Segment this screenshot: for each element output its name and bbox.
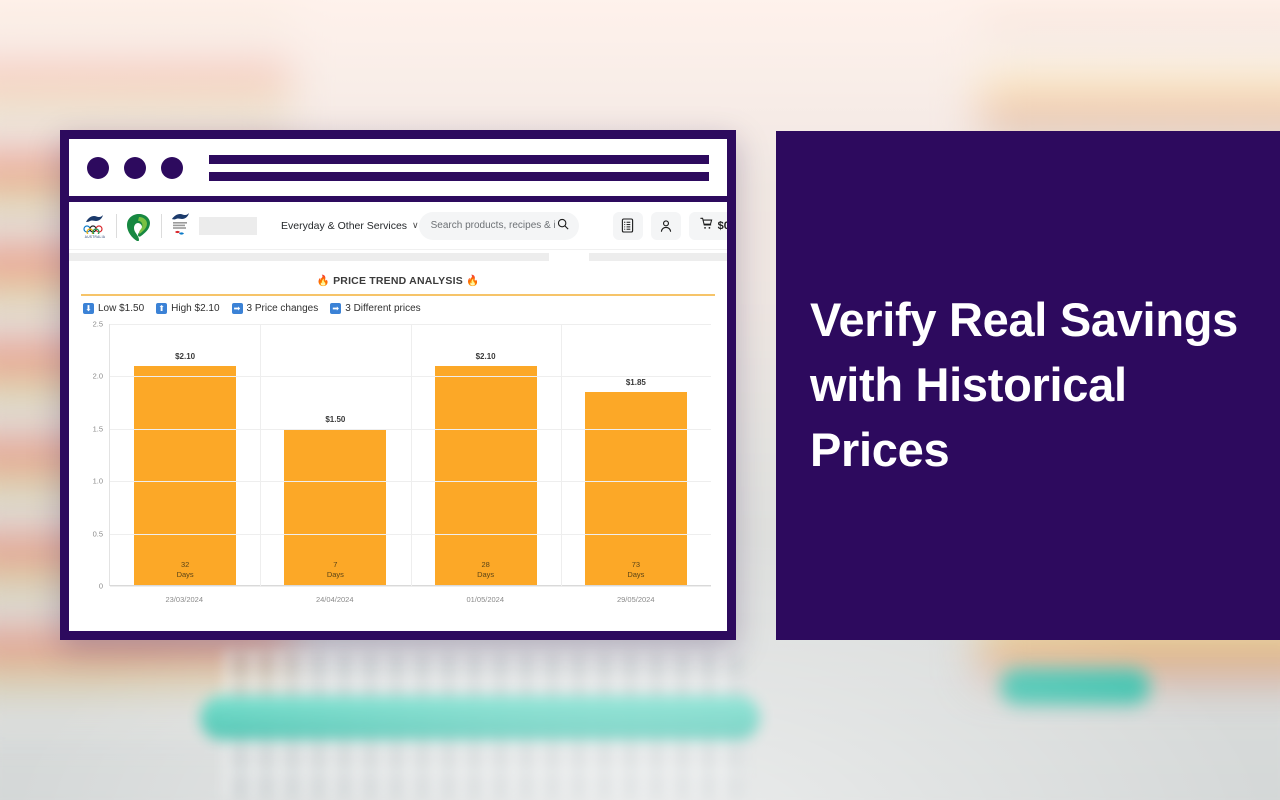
price-history-bar-chart: 0 0.5 1.0 1.5 2.0 2.5 $2.10 32 Days $1.50 7 Days $2… xyxy=(81,320,715,614)
bar[interactable]: $1.85 73 Days xyxy=(584,378,687,586)
browser-title-bar xyxy=(69,139,727,196)
window-controls[interactable] xyxy=(87,156,183,179)
chevron-down-icon: ∨ xyxy=(412,220,419,230)
cart-button[interactable]: $0.00 xyxy=(688,211,727,240)
page-content-strip xyxy=(69,250,727,264)
y-axis-tick-2: 1.0 xyxy=(92,476,103,486)
window-close-dot[interactable] xyxy=(87,156,109,179)
promo-panel: Verify Real Savings with Historical Pric… xyxy=(776,131,1280,640)
logo-divider-1 xyxy=(116,213,117,238)
bar-cell: $1.50 7 Days xyxy=(260,324,410,586)
account-icon[interactable] xyxy=(650,211,681,240)
arrow-down-icon: ⬇ xyxy=(83,303,94,314)
vertical-gridline-2 xyxy=(410,324,412,586)
panel-title: 🔥 PRICE TREND ANALYSIS 🔥 xyxy=(81,270,715,294)
fire-icon-left: 🔥 xyxy=(316,275,330,287)
site-navigation-bar: AUSTRALIA Everyday & Other Services ∨ Se… xyxy=(69,202,727,250)
stat-low: ⬇ Low $1.50 xyxy=(83,303,144,314)
panel-divider xyxy=(81,294,715,296)
price-summary-stats: ⬇ Low $1.50 ⬆ High $2.10 ➡ 3 Price chang… xyxy=(81,303,715,320)
gridline-0 xyxy=(110,586,711,587)
fire-icon-right: 🔥 xyxy=(466,275,480,287)
bar-duration-label: 32 Days xyxy=(176,560,194,579)
woolworths-logo[interactable] xyxy=(124,211,154,241)
plot-area: $2.10 32 Days $1.50 7 Days $2.10 28 Days $1.85 73 D… xyxy=(109,324,711,587)
y-axis-tick-1: 0.5 xyxy=(92,529,103,539)
stat-high: ⬆ High $2.10 xyxy=(156,303,220,314)
x-axis-tick-2: 01/05/2024 xyxy=(466,595,505,604)
y-axis-tick-5: 2.5 xyxy=(92,319,103,329)
window-maximize-dot[interactable] xyxy=(161,156,183,179)
x-axis-tick-0: 23/03/2024 xyxy=(165,595,204,604)
bar-value-label: $1.50 xyxy=(325,414,346,424)
search-input[interactable] xyxy=(428,219,557,232)
nav-everyday-other-services[interactable]: Everyday & Other Services ∨ xyxy=(281,220,419,232)
stat-different-prices: ➡ 3 Different prices xyxy=(330,303,421,314)
australia-label: AUSTRALIA xyxy=(84,235,106,239)
bar-cell: $2.10 32 Days xyxy=(110,324,260,586)
window-minimize-dot[interactable] xyxy=(124,156,146,179)
address-bar-line-top xyxy=(209,154,709,164)
stat-price-changes: ➡ 3 Price changes xyxy=(231,303,319,314)
y-axis-tick-3: 1.5 xyxy=(92,424,103,434)
x-axis: 23/03/2024 24/04/2024 01/05/2024 29/05/2024 xyxy=(109,588,711,614)
browser-viewport: AUSTRALIA Everyday & Other Services ∨ Se… xyxy=(69,202,727,631)
search-box[interactable] xyxy=(418,211,579,240)
address-bar-placeholder-bars[interactable] xyxy=(209,154,709,181)
y-axis-tick-4: 2.0 xyxy=(92,371,103,381)
stat-high-label: High $2.10 xyxy=(171,303,220,314)
shopping-list-icon[interactable] xyxy=(612,211,643,240)
vertical-gridline-1 xyxy=(260,324,262,586)
arrow-right-icon-2: ➡ xyxy=(330,303,342,314)
cart-icon xyxy=(699,217,713,235)
vertical-gridline-3 xyxy=(560,324,562,586)
search-icon[interactable] xyxy=(557,217,569,235)
australian-olympic-team-logo[interactable]: AUSTRALIA xyxy=(81,210,109,242)
bar-value-label: $2.10 xyxy=(475,351,496,361)
bar[interactable]: $2.10 32 Days xyxy=(134,352,237,586)
y-axis-tick-0: 0 xyxy=(98,581,103,591)
bar-value-label: $1.85 xyxy=(625,378,646,388)
logo-divider-2 xyxy=(161,213,162,238)
nav-everyday-other-services-label: Everyday & Other Services xyxy=(281,219,408,232)
browser-window-mockup: AUSTRALIA Everyday & Other Services ∨ Se… xyxy=(60,130,736,640)
arrow-right-icon: ➡ xyxy=(231,303,243,314)
x-axis-tick-3: 29/05/2024 xyxy=(616,595,655,604)
bar-duration-label: 7 Days xyxy=(326,560,344,579)
panel-title-text: PRICE TREND ANALYSIS xyxy=(333,275,463,287)
bar-duration-label: 73 Days xyxy=(627,560,645,579)
bar-value-label: $2.10 xyxy=(175,351,196,361)
content-strip-gap xyxy=(549,250,589,264)
bar[interactable]: $2.10 28 Days xyxy=(434,352,537,586)
stat-low-label: Low $1.50 xyxy=(98,303,145,314)
bar-cell: $1.85 73 Days xyxy=(561,324,711,586)
logo-group[interactable]: AUSTRALIA xyxy=(81,210,257,242)
content-strip-right xyxy=(589,253,727,261)
paralympics-australia-logo[interactable] xyxy=(169,210,195,242)
promo-headline: Verify Real Savings with Historical Pric… xyxy=(810,293,1238,476)
price-trend-panel: 🔥 PRICE TREND ANALYSIS 🔥 ⬇ Low $1.50 ⬆ H… xyxy=(69,264,727,614)
bar[interactable]: $1.50 7 Days xyxy=(284,415,387,586)
logo-placeholder-block xyxy=(199,216,257,235)
address-bar-line-bottom xyxy=(209,171,709,181)
bar-duration-label: 28 Days xyxy=(477,560,495,579)
arrow-up-icon: ⬆ xyxy=(156,303,168,314)
nav-icon-group: $0.00 xyxy=(612,211,727,240)
stat-price-changes-label: 3 Price changes xyxy=(246,303,319,314)
stat-different-prices-label: 3 Different prices xyxy=(345,303,421,314)
content-strip-left xyxy=(69,253,549,261)
bar-cell: $2.10 28 Days xyxy=(411,324,561,586)
cart-total: $0.00 xyxy=(717,219,727,232)
y-axis: 0 0.5 1.0 1.5 2.0 2.5 xyxy=(81,320,107,591)
x-axis-tick-1: 24/04/2024 xyxy=(315,595,354,604)
